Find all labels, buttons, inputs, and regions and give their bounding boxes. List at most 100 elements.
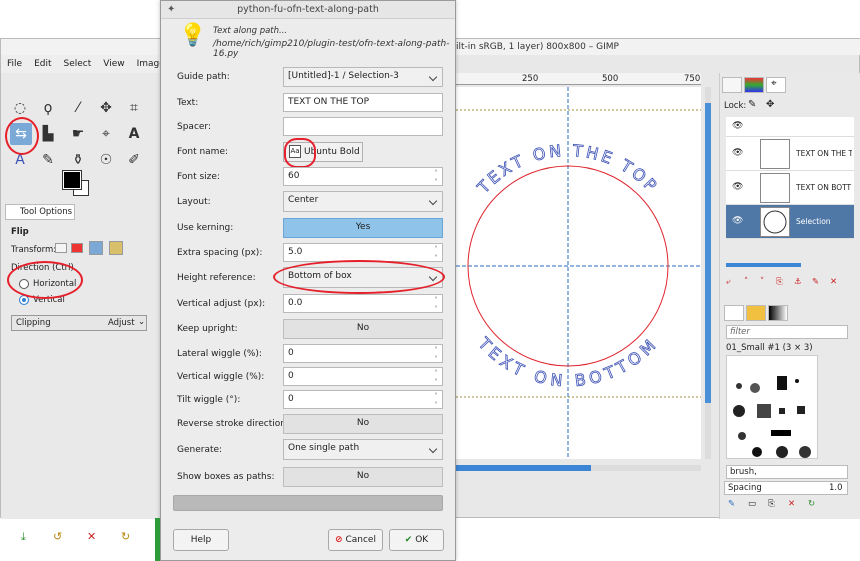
lateral-wiggle-spinner[interactable]: 0 <box>283 344 443 363</box>
text-tool-icon[interactable]: A <box>123 123 145 145</box>
tab-paths[interactable]: ⌖ <box>766 77 786 93</box>
layer-row-selected[interactable]: 👁 Selection <box>726 205 854 239</box>
ellipse-select-icon[interactable]: ◌ <box>9 97 31 119</box>
guide-path-label: Guide path: <box>177 72 230 82</box>
lateral-wiggle-value: 0 <box>288 348 294 358</box>
generate-combo[interactable]: One single path <box>283 439 443 460</box>
vertical-adjust-spinner[interactable]: 0.0 <box>283 294 443 313</box>
move-icon[interactable]: ✥ <box>95 97 117 119</box>
show-boxes-label: Show boxes as paths: <box>177 472 275 482</box>
reset-options-icon[interactable]: ↻ <box>121 530 130 543</box>
lock-position-icon[interactable]: ✥ <box>766 99 774 110</box>
layer-row[interactable]: 👁 TEXT ON BOTT <box>726 171 854 205</box>
eye-icon[interactable]: 👁 <box>732 182 743 192</box>
layer-row[interactable]: 👁 TEXT ON THE T <box>726 137 854 171</box>
clipping-combo[interactable]: Clipping Adjust ⌄ <box>11 315 147 331</box>
guide-path-combo[interactable]: [Untitled]-1 / Selection-3 <box>283 67 443 87</box>
new-brush-icon[interactable]: ▭ <box>748 499 756 509</box>
tilt-wiggle-spinner[interactable]: 0 <box>283 390 443 409</box>
duplicate-icon[interactable]: ⎘ <box>776 277 783 287</box>
cancel-button[interactable]: ⊘ Cancel <box>328 529 383 551</box>
new-layer-icon[interactable]: ⤶ <box>726 277 731 287</box>
font-size-spinner[interactable]: 60 <box>283 167 443 186</box>
menu-view[interactable]: View <box>97 55 130 73</box>
duplicate-brush-icon[interactable]: ⎘ <box>768 499 775 509</box>
tab-gradients[interactable] <box>768 305 788 321</box>
anchor-icon[interactable]: ⚓ <box>794 277 802 287</box>
lock-pixels-icon[interactable]: ✎ <box>748 99 756 110</box>
edit-brush-icon[interactable]: ✎ <box>728 499 735 509</box>
generate-value: One single path <box>288 443 360 453</box>
foreground-color-swatch[interactable] <box>63 171 81 189</box>
image-canvas[interactable]: TEXT ON THE TOP TEXT ON BOTTOM <box>456 87 701 459</box>
reverse-stroke-value: No <box>356 418 370 428</box>
annotation-circle-flip-tool <box>5 117 39 155</box>
paths-tab-icon: ⌖ <box>771 78 777 89</box>
transform-layer-icon[interactable] <box>55 243 67 253</box>
free-select-icon[interactable]: ϙ <box>37 97 59 119</box>
use-kerning-toggle[interactable]: Yes <box>283 218 443 238</box>
reverse-stroke-toggle[interactable]: No <box>283 414 443 434</box>
show-boxes-toggle[interactable]: No <box>283 467 443 487</box>
transform-image-icon[interactable] <box>109 241 123 255</box>
tab-layers[interactable] <box>722 77 742 93</box>
perspective-icon[interactable]: ☛ <box>67 123 89 145</box>
save-options-icon[interactable]: ⤓ <box>21 530 26 544</box>
help-button[interactable]: Help <box>173 529 229 551</box>
clone-icon[interactable]: ⚱ <box>67 149 89 171</box>
paintbrush-icon[interactable]: ✐ <box>123 149 145 171</box>
vertical-wiggle-value: 0 <box>288 371 294 381</box>
brush-tag-input[interactable]: brush, <box>726 465 848 479</box>
visibility-header-icon: 👁 <box>732 121 744 131</box>
menu-edit[interactable]: Edit <box>28 55 57 73</box>
extra-spacing-value: 5.0 <box>288 247 303 257</box>
transform-path-icon[interactable] <box>89 241 103 255</box>
layout-combo[interactable]: Center <box>283 191 443 212</box>
selection-thumb-circle <box>763 210 787 234</box>
ok-button[interactable]: ✔ OK <box>389 529 444 551</box>
crop-icon[interactable]: ⌗ <box>123 97 145 119</box>
stroke-icon[interactable]: ✎ <box>812 277 819 287</box>
eye-icon[interactable]: 👁 <box>732 216 743 226</box>
refresh-brushes-icon[interactable]: ↻ <box>808 499 815 509</box>
horizontal-scrollbar-thumb[interactable] <box>456 465 591 471</box>
spacer-label: Spacer: <box>177 122 212 132</box>
menu-select[interactable]: Select <box>58 55 98 73</box>
ruler-label-250: 250 <box>522 74 539 84</box>
vertical-scrollbar-thumb[interactable] <box>705 103 711 403</box>
smudge-icon[interactable]: ☉ <box>95 149 117 171</box>
reverse-stroke-label: Reverse stroke direction: <box>177 419 290 429</box>
fuzzy-select-icon[interactable]: ⁄ <box>67 97 89 119</box>
paths-icon[interactable]: ⌖ <box>95 123 117 145</box>
delete-icon[interactable]: ✕ <box>830 277 837 287</box>
raise-icon[interactable]: ˄ <box>744 277 748 287</box>
text-input[interactable]: TEXT ON THE TOP <box>283 93 443 112</box>
spacer-input[interactable] <box>283 117 443 136</box>
tab-tool-options[interactable]: Tool Options <box>5 204 75 220</box>
tab-patterns[interactable] <box>746 305 766 321</box>
brush-filter-input[interactable]: filter <box>726 325 848 339</box>
menu-file[interactable]: File <box>1 55 28 73</box>
eye-icon[interactable]: 👁 <box>732 148 743 158</box>
tool-name: Flip <box>11 227 29 237</box>
delete-brush-icon[interactable]: ✕ <box>788 499 795 509</box>
lateral-wiggle-label: Lateral wiggle (%): <box>177 349 262 359</box>
keep-upright-toggle[interactable]: No <box>283 319 443 339</box>
ok-check-icon: ✔ <box>404 535 413 545</box>
ruler-label-750: 750 <box>684 74 701 84</box>
brush-grid[interactable] <box>726 355 818 459</box>
canvas-drawing: TEXT ON THE TOP TEXT ON BOTTOM <box>456 87 701 459</box>
delete-options-icon[interactable]: ✕ <box>87 530 96 543</box>
vertical-wiggle-spinner[interactable]: 0 <box>283 367 443 386</box>
canvas-area: 250 500 750 TEXT ON THE TOP TEXT ON BOTT… <box>456 73 716 481</box>
tab-brushes[interactable] <box>724 305 744 321</box>
restore-options-icon[interactable]: ↺ <box>53 530 62 543</box>
tab-channels[interactable] <box>744 77 764 93</box>
tilt-wiggle-label: Tilt wiggle (°): <box>177 395 241 405</box>
layers-scroll-thumb[interactable] <box>726 263 801 267</box>
transform-selection-icon[interactable] <box>71 243 83 253</box>
spacing-slider[interactable]: Spacing 1.0 <box>724 481 848 495</box>
pencil-icon[interactable]: ✎ <box>37 149 59 171</box>
warp-transform-icon[interactable]: ▙ <box>37 123 59 145</box>
lower-icon[interactable]: ˅ <box>760 277 764 287</box>
